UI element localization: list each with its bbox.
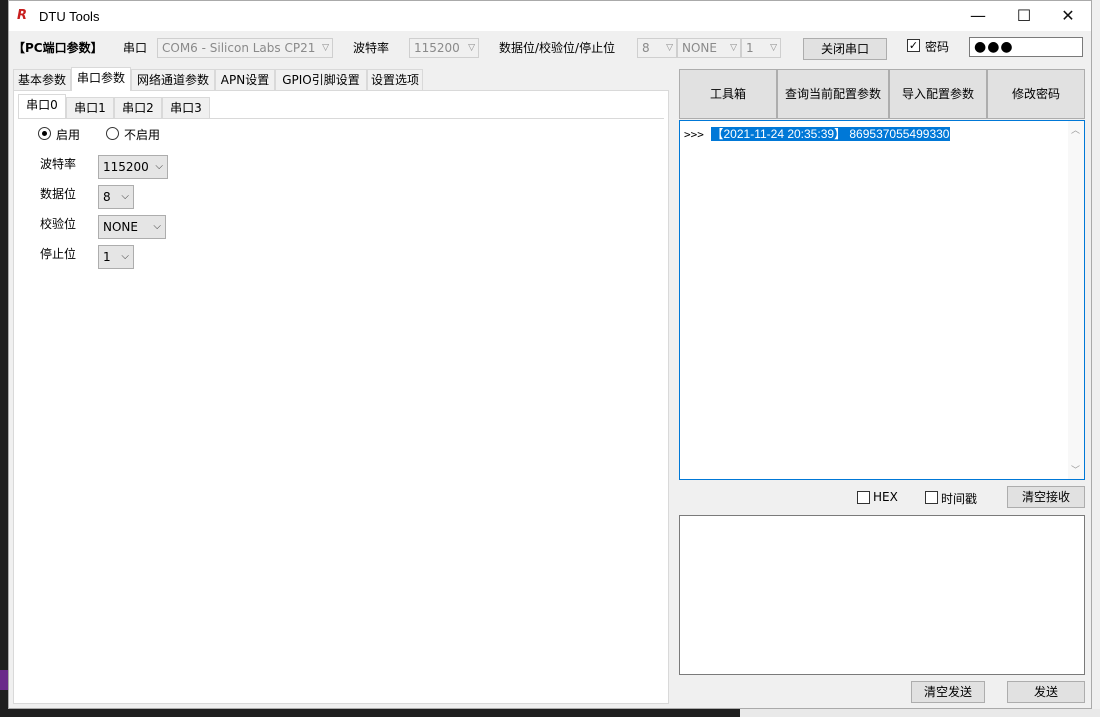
hex-label: HEX [873, 490, 898, 504]
receive-line-text: 【2021-11-24 20:35:39】 869537055499330 [710, 127, 951, 141]
close-port-button[interactable]: 关闭串口 [803, 38, 887, 60]
title-bar[interactable]: R DTU Tools — ☐ ✕ [9, 1, 1091, 31]
hex-checkbox[interactable] [857, 491, 870, 504]
enable-radio[interactable] [38, 127, 51, 140]
chevron-down-icon: ▽ [322, 43, 329, 53]
port-label: 串口 [123, 41, 148, 55]
chevron-down-icon: ⌵ [121, 251, 129, 262]
send-textarea[interactable] [679, 515, 1085, 675]
password-input[interactable]: ●●● [969, 37, 1083, 57]
chevron-down-icon: ▽ [730, 43, 737, 53]
desktop-background-accent [0, 670, 8, 690]
receive-scrollbar[interactable]: ︿ ﹀ [1068, 121, 1084, 479]
serial-parity-label: 校验位 [40, 217, 77, 231]
timestamp-label: 时间戳 [941, 492, 978, 506]
chevron-down-icon: ⌵ [153, 221, 161, 232]
subtab-serial3[interactable]: 串口3 [162, 97, 210, 118]
chevron-down-icon: ▽ [468, 43, 475, 53]
port-select-value: COM6 - Silicon Labs CP21 [162, 41, 316, 55]
serial-databits-value: 8 [103, 190, 111, 204]
close-window-button[interactable]: ✕ [1045, 1, 1091, 31]
desktop-background-left [0, 0, 8, 717]
chevron-down-icon: ⌵ [121, 191, 129, 202]
serial-parity-select[interactable]: NONE ⌵ [98, 215, 166, 239]
serial-baud-value: 115200 [103, 160, 149, 174]
password-checkbox[interactable]: ✓ [907, 39, 920, 52]
serial-stopbits-value: 1 [103, 250, 111, 264]
timestamp-checkbox[interactable] [925, 491, 938, 504]
tab-basic-params[interactable]: 基本参数 [13, 69, 71, 90]
pc-port-section-label: 【PC端口参数】 [13, 41, 103, 55]
query-config-button[interactable]: 查询当前配置参数 [777, 69, 889, 119]
serial-databits-label: 数据位 [40, 187, 77, 201]
subtab-divider [18, 118, 664, 119]
app-logo-icon: R [17, 8, 28, 23]
tab-network-channel[interactable]: 网络通道参数 [131, 69, 215, 90]
format-label: 数据位/校验位/停止位 [499, 41, 616, 55]
change-password-button[interactable]: 修改密码 [987, 69, 1085, 119]
chevron-down-icon: ▽ [770, 43, 777, 53]
desktop-background-bottom-right [740, 709, 1100, 717]
app-window: R DTU Tools — ☐ ✕ 【PC端口参数】 串口 COM6 - Sil… [8, 0, 1092, 709]
scroll-down-icon[interactable]: ﹀ [1071, 463, 1080, 476]
serial-stopbits-label: 停止位 [40, 247, 77, 261]
pc-stopbits-value: 1 [746, 41, 754, 55]
serial-baud-label: 波特率 [40, 157, 77, 171]
send-button[interactable]: 发送 [1007, 681, 1085, 703]
window-title: DTU Tools [39, 9, 100, 24]
password-label: 密码 [925, 40, 950, 54]
port-select[interactable]: COM6 - Silicon Labs CP21 ▽ [157, 38, 333, 58]
baud-label: 波特率 [353, 41, 390, 55]
serial-parity-value: NONE [103, 220, 138, 234]
subtab-serial0[interactable]: 串口0 [18, 94, 66, 118]
disable-radio[interactable] [106, 127, 119, 140]
subtab-serial1[interactable]: 串口1 [66, 97, 114, 118]
pc-baud-select[interactable]: 115200 ▽ [409, 38, 479, 58]
serial-stopbits-select[interactable]: 1 ⌵ [98, 245, 134, 269]
chevron-down-icon: ⌵ [155, 161, 163, 172]
tab-serial-params[interactable]: 串口参数 [71, 67, 131, 91]
maximize-button[interactable]: ☐ [1001, 1, 1047, 31]
pc-stopbits-select[interactable]: 1 ▽ [741, 38, 781, 58]
receive-textarea[interactable]: >>> 【2021-11-24 20:35:39】 86953705549933… [679, 120, 1085, 480]
chevron-down-icon: ▽ [666, 43, 673, 53]
tab-gpio-settings[interactable]: GPIO引脚设置 [275, 69, 367, 90]
receive-line: >>> 【2021-11-24 20:35:39】 86953705549933… [684, 125, 951, 142]
tab-apn-settings[interactable]: APN设置 [215, 69, 275, 90]
tab-setting-options[interactable]: 设置选项 [367, 69, 423, 90]
pc-databits-select[interactable]: 8 ▽ [637, 38, 677, 58]
serial-params-panel: 串口0 串口1 串口2 串口3 启用 不启用 波特率 115200 ⌵ 数据位 … [13, 90, 669, 704]
pc-baud-value: 115200 [414, 41, 460, 55]
serial-databits-select[interactable]: 8 ⌵ [98, 185, 134, 209]
serial-baud-select[interactable]: 115200 ⌵ [98, 155, 168, 179]
disable-label: 不启用 [124, 128, 161, 142]
enable-label: 启用 [56, 128, 81, 142]
scroll-up-icon[interactable]: ︿ [1071, 123, 1080, 136]
toolbox-button[interactable]: 工具箱 [679, 69, 777, 119]
clear-send-button[interactable]: 清空发送 [911, 681, 985, 703]
minimize-button[interactable]: — [955, 1, 1001, 31]
receive-prompt: >>> [684, 128, 711, 141]
pc-parity-value: NONE [682, 41, 717, 55]
pc-parity-select[interactable]: NONE ▽ [677, 38, 741, 58]
import-config-button[interactable]: 导入配置参数 [889, 69, 987, 119]
pc-databits-value: 8 [642, 41, 650, 55]
clear-receive-button[interactable]: 清空接收 [1007, 486, 1085, 508]
subtab-serial2[interactable]: 串口2 [114, 97, 162, 118]
